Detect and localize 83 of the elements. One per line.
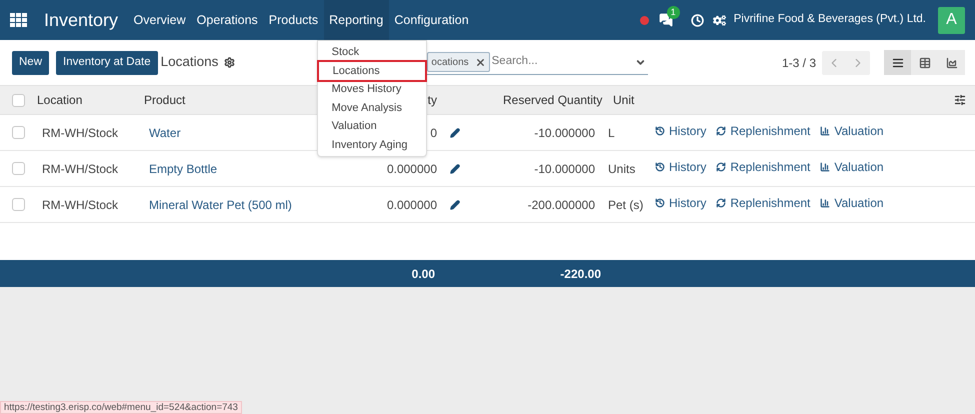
table-cell-text: -10.000000 bbox=[534, 124, 595, 142]
chat-icon[interactable] bbox=[658, 13, 673, 27]
edit-icon[interactable] bbox=[450, 164, 460, 174]
table-cell-text: -10.000000 bbox=[534, 160, 595, 178]
search-field[interactable]: Search... bbox=[492, 53, 632, 71]
notification-badge: 1 bbox=[666, 6, 680, 19]
dropdown-item[interactable]: Moves History bbox=[318, 80, 426, 98]
nav-menu-item[interactable]: Configuration bbox=[388, 0, 474, 40]
table-cell-text: 0 bbox=[430, 124, 437, 142]
nav-menu-item[interactable]: Operations bbox=[191, 0, 264, 40]
dropdown-item[interactable]: Valuation bbox=[318, 117, 426, 136]
gear-icon[interactable] bbox=[224, 57, 236, 68]
edit-icon[interactable] bbox=[450, 128, 460, 138]
view-switch-button[interactable] bbox=[938, 50, 965, 75]
table-cell-text: L bbox=[607, 124, 616, 142]
action-link[interactable]: Replenishment bbox=[716, 194, 810, 212]
checkbox[interactable] bbox=[12, 94, 25, 106]
bar-chart-icon bbox=[820, 126, 830, 136]
refresh-icon bbox=[716, 162, 726, 172]
action-link[interactable]: Valuation bbox=[820, 158, 884, 176]
history-icon bbox=[655, 162, 665, 172]
toolbar-button[interactable]: Inventory at Date bbox=[56, 50, 158, 74]
toolbar-button[interactable]: New bbox=[12, 50, 50, 74]
checkbox[interactable] bbox=[12, 126, 25, 139]
table-cell-text: -200.000000 bbox=[528, 196, 595, 214]
table-cell-text: 0.000000 bbox=[386, 196, 437, 214]
list-view-icon bbox=[892, 56, 904, 68]
product-link[interactable]: Empty Bottle bbox=[149, 162, 218, 176]
total-value: 0.00 bbox=[412, 266, 435, 282]
total-value: -220.00 bbox=[560, 266, 601, 282]
table-cell-text: Pet (s) bbox=[607, 196, 644, 214]
bar-chart-icon bbox=[820, 198, 830, 208]
close-icon[interactable] bbox=[474, 56, 486, 68]
app-name: Inventory bbox=[44, 8, 118, 32]
refresh-icon bbox=[716, 198, 726, 208]
dropdown-item[interactable]: Stock bbox=[318, 43, 426, 62]
status-url: https://testing3.erisp.co/web#menu_id=524&action=743 bbox=[0, 401, 242, 414]
table-cell-text: Units bbox=[607, 160, 636, 178]
action-link[interactable]: History bbox=[655, 122, 706, 140]
nav-menu-item[interactable]: Reporting bbox=[324, 0, 389, 40]
table-cell-text: RM-WH/Stock bbox=[42, 160, 119, 178]
search-bar[interactable]: ocations Search... bbox=[427, 50, 648, 74]
settings-icon[interactable] bbox=[712, 14, 726, 26]
history-icon bbox=[655, 126, 665, 136]
product-link[interactable]: Mineral Water Pet (500 ml) bbox=[149, 198, 292, 212]
product-link[interactable]: Water bbox=[149, 126, 181, 140]
checkbox[interactable] bbox=[12, 162, 25, 175]
column-header[interactable]: Reserved Quantity bbox=[503, 91, 613, 109]
dropdown-item[interactable]: Locations bbox=[318, 62, 425, 80]
apps-grid-icon[interactable] bbox=[10, 13, 27, 27]
action-link[interactable]: Valuation bbox=[820, 122, 884, 140]
dropdown-item[interactable]: Move Analysis bbox=[318, 98, 426, 117]
history-icon bbox=[655, 198, 665, 208]
nav-menu-item[interactable]: Overview bbox=[128, 0, 192, 40]
dropdown-item[interactable]: Inventory Aging bbox=[318, 136, 426, 154]
breadcrumb: Locations bbox=[160, 53, 218, 72]
table-cell-text: RM-WH/Stock bbox=[42, 196, 119, 214]
action-link[interactable]: Valuation bbox=[820, 194, 884, 212]
action-link[interactable]: History bbox=[655, 158, 706, 176]
action-link[interactable]: History bbox=[655, 194, 706, 212]
refresh-icon bbox=[716, 126, 726, 136]
table-row[interactable]: RM-WH/Stock Empty Bottle 0.000000 -10.000000 Units History Replenishment Valuation bbox=[0, 151, 975, 187]
edit-icon[interactable] bbox=[450, 200, 460, 210]
view-switch-button[interactable] bbox=[911, 50, 938, 75]
column-header[interactable]: ty bbox=[428, 91, 437, 109]
action-link[interactable]: Replenishment bbox=[716, 158, 810, 176]
column-settings-icon[interactable] bbox=[954, 94, 966, 106]
action-link[interactable]: Replenishment bbox=[716, 122, 810, 140]
table-row[interactable]: RM-WH/Stock Mineral Water Pet (500 ml) 0.000000 -200.000000 Pet (s) History Replenishment Valuation bbox=[0, 187, 975, 223]
search-facet[interactable]: ocations bbox=[427, 52, 490, 72]
pager: 1-3 / 3 bbox=[782, 54, 816, 72]
nav-menu-item[interactable]: Products bbox=[263, 0, 324, 40]
column-header[interactable]: Unit bbox=[613, 91, 634, 109]
table-cell-text: 0.000000 bbox=[386, 160, 437, 178]
bar-chart-icon bbox=[820, 162, 830, 172]
pivot-view-icon bbox=[918, 56, 930, 68]
checkbox[interactable] bbox=[12, 198, 25, 211]
table-cell-text: RM-WH/Stock bbox=[42, 124, 119, 142]
column-header[interactable]: Location bbox=[37, 91, 144, 109]
graph-view-icon bbox=[946, 56, 958, 68]
company-name[interactable]: Pivrifine Food & Beverages (Pvt.) Ltd. bbox=[734, 11, 926, 29]
view-switch-button[interactable] bbox=[884, 50, 911, 75]
clock-icon[interactable] bbox=[690, 14, 704, 26]
